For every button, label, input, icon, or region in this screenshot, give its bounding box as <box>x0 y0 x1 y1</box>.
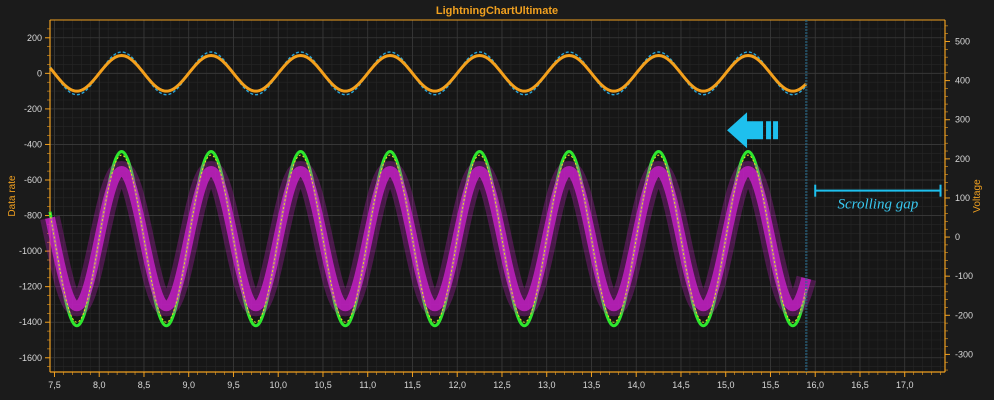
x-tick-label: 16,5 <box>851 380 869 390</box>
x-tick-label: 13,5 <box>583 380 601 390</box>
x-tick-label: 9,5 <box>227 380 240 390</box>
x-tick-label: 12,0 <box>448 380 466 390</box>
y-tick-label: -1600 <box>19 353 42 363</box>
x-tick-label: 8,0 <box>93 380 106 390</box>
x-tick-label: 9,0 <box>182 380 195 390</box>
y-tick-label: -1400 <box>19 317 42 327</box>
x-tick-label: 11,5 <box>404 380 421 390</box>
y-tick-label: 200 <box>27 33 42 43</box>
x-tick-label: 16,0 <box>806 380 824 390</box>
x-tick-label: 17,0 <box>896 380 914 390</box>
y2-tick-label: 100 <box>955 193 970 203</box>
chart-title: LightningChartUltimate <box>436 5 558 17</box>
x-tick-label: 8,5 <box>138 380 151 390</box>
x-tick-label: 13,0 <box>538 380 556 390</box>
x-tick-label: 15,0 <box>717 380 735 390</box>
y2-tick-label: 0 <box>955 232 960 242</box>
x-tick-label: 11,0 <box>359 380 376 390</box>
y-tick-label: -400 <box>24 139 42 149</box>
x-tick-label: 7,5 <box>48 380 61 390</box>
y-tick-label: -1000 <box>19 246 42 256</box>
y2-tick-label: 500 <box>955 37 970 47</box>
y2-tick-label: 200 <box>955 154 970 164</box>
y-tick-label: -600 <box>24 175 42 185</box>
y-tick-label: -800 <box>24 211 42 221</box>
y2-tick-label: -300 <box>955 349 973 359</box>
chart-root: LightningChartUltimate Data rate Voltage… <box>0 0 994 400</box>
x-tick-label: 14,5 <box>672 380 690 390</box>
x-tick-label: 14,0 <box>627 380 645 390</box>
y-axis-title: Data rate <box>7 175 18 217</box>
y2-tick-label: -200 <box>955 310 973 320</box>
chart-svg: LightningChartUltimate Data rate Voltage… <box>7 5 983 390</box>
y2-tick-label: -100 <box>955 271 973 281</box>
scrolling-gap-label: Scrolling gap <box>838 197 919 213</box>
scroll-arrow-bar <box>773 121 779 140</box>
x-tick-label: 12,5 <box>493 380 511 390</box>
y-tick-label: 0 <box>37 68 42 78</box>
y2-tick-label: 400 <box>955 76 970 86</box>
x-tick-label: 10,0 <box>269 380 287 390</box>
y-tick-label: -200 <box>24 104 42 114</box>
x-tick-label: 15,5 <box>762 380 780 390</box>
y2-axis-title: Voltage <box>972 179 983 213</box>
x-tick-label: 10,5 <box>314 380 332 390</box>
y-tick-label: -1200 <box>19 282 42 292</box>
y2-tick-label: 300 <box>955 115 970 125</box>
scroll-arrow-bar <box>766 121 772 140</box>
